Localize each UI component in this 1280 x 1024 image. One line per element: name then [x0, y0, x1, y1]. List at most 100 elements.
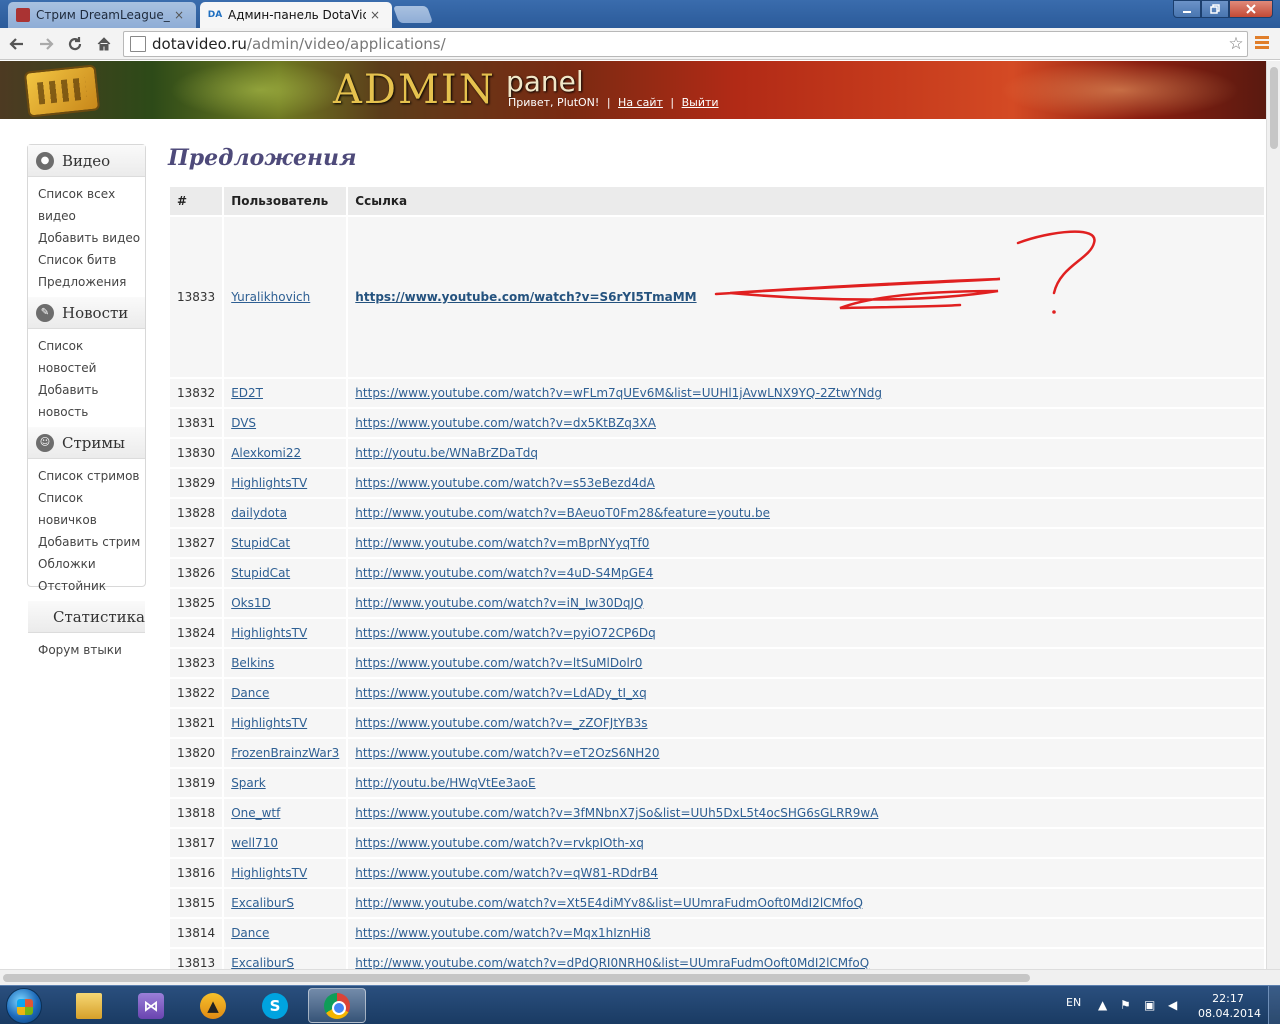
video-link[interactable]: https://www.youtube.com/watch?v=s53eBezd…	[355, 476, 655, 490]
user-link[interactable]: dailydota	[231, 506, 287, 520]
sidebar-item-news-list[interactable]: Список новостей	[38, 335, 145, 379]
site-link[interactable]: На сайт	[618, 96, 663, 109]
new-tab-button[interactable]	[392, 6, 434, 23]
user-link[interactable]: Dance	[231, 926, 269, 940]
taskbar-visual-studio[interactable]: ⋈	[122, 988, 180, 1023]
sidebar-item-suggestions[interactable]: Предложения	[38, 271, 145, 293]
taskbar-skype[interactable]: S	[246, 988, 304, 1023]
table-header-row: # Пользователь Ссылка	[170, 187, 1264, 215]
video-link[interactable]: http://youtu.be/WNaBrZDaTdq	[355, 446, 538, 460]
user-link[interactable]: Belkins	[231, 656, 274, 670]
sidebar-item-forum[interactable]: Форум втыки	[38, 639, 145, 661]
video-link[interactable]: https://www.youtube.com/watch?v=3fMNbnX7…	[355, 806, 878, 820]
home-button[interactable]	[92, 32, 116, 56]
user-link[interactable]: StupidCat	[231, 536, 290, 550]
video-link[interactable]: https://www.youtube.com/watch?v=ltSuMlDo…	[355, 656, 642, 670]
row-id: 13816	[170, 859, 223, 887]
user-link[interactable]: DVS	[231, 416, 256, 430]
sidebar-item-add-video[interactable]: Добавить видео	[38, 227, 145, 249]
user-link[interactable]: HighlightsTV	[231, 626, 307, 640]
tab-dreamleague-stream[interactable]: Стрим DreamLeague_ ×	[8, 2, 196, 28]
start-button[interactable]	[6, 988, 42, 1024]
video-link[interactable]: https://www.youtube.com/watch?v=dx5KtBZq…	[355, 416, 656, 430]
taskbar-aimp[interactable]: ▲	[184, 988, 242, 1023]
user-link[interactable]: StupidCat	[231, 566, 290, 580]
network-icon[interactable]: ▣	[1144, 998, 1155, 1012]
video-link[interactable]: https://www.youtube.com/watch?v=_zZOFJtY…	[355, 716, 647, 730]
column-header-id: #	[170, 187, 223, 215]
row-link-cell: https://www.youtube.com/watch?v=qW81-RDd…	[348, 859, 1264, 887]
show-desktop-button[interactable]	[1268, 986, 1280, 1024]
row-user-cell: StupidCat	[224, 529, 347, 557]
scroll-thumb[interactable]	[3, 974, 1030, 982]
sidebar-item-battles[interactable]: Список битв	[38, 249, 145, 271]
video-link[interactable]: https://www.youtube.com/watch?v=wFLm7qUE…	[355, 386, 882, 400]
user-link[interactable]: ExcaliburS	[231, 896, 294, 910]
user-link[interactable]: Yuralikhovich	[231, 290, 310, 304]
user-link[interactable]: Spark	[231, 776, 265, 790]
chrome-menu-button[interactable]	[1252, 34, 1272, 54]
arrow-right-icon	[40, 38, 54, 50]
system-clock[interactable]: 22:17 08.04.2014	[1198, 991, 1261, 1021]
video-link[interactable]: http://www.youtube.com/watch?v=BAeuoT0Fm…	[355, 506, 770, 520]
tab-close-icon[interactable]: ×	[174, 8, 188, 22]
user-link[interactable]: ED2T	[231, 386, 263, 400]
sidebar-item-all-videos[interactable]: Список всех видео	[38, 183, 145, 227]
video-link[interactable]: http://youtu.be/HWqVtEe3aoE	[355, 776, 535, 790]
scroll-thumb[interactable]	[1270, 67, 1278, 149]
user-link[interactable]: Oks1D	[231, 596, 271, 610]
sidebar-item-add-stream[interactable]: Добавить стрим	[38, 531, 145, 553]
sidebar-item-sump[interactable]: Отстойник	[38, 575, 145, 597]
tab-admin-panel[interactable]: DA Админ-панель DotaVideo ×	[200, 2, 392, 28]
video-link[interactable]: https://www.youtube.com/watch?v=Mqx1hIzn…	[355, 926, 650, 940]
video-link[interactable]: https://www.youtube.com/watch?v=LdADy_tI…	[355, 686, 646, 700]
forward-button[interactable]	[34, 32, 58, 56]
video-link[interactable]: https://www.youtube.com/watch?v=qW81-RDd…	[355, 866, 658, 880]
video-link[interactable]: http://www.youtube.com/watch?v=dPdQRI0NR…	[355, 956, 869, 969]
row-user-cell: Yuralikhovich	[224, 217, 347, 377]
video-link[interactable]: https://www.youtube.com/watch?v=pyiO72CP…	[355, 626, 656, 640]
video-link[interactable]: https://www.youtube.com/watch?v=rvkpIOth…	[355, 836, 644, 850]
user-link[interactable]: HighlightsTV	[231, 866, 307, 880]
tab-close-icon[interactable]: ×	[370, 8, 384, 22]
taskbar-explorer[interactable]	[60, 988, 118, 1023]
video-link[interactable]: http://www.youtube.com/watch?v=4uD-S4MpG…	[355, 566, 653, 580]
language-indicator[interactable]: EN	[1066, 996, 1081, 1009]
user-link[interactable]: HighlightsTV	[231, 716, 307, 730]
window-restore-button[interactable]	[1201, 0, 1229, 18]
logout-link[interactable]: Выйти	[682, 96, 719, 109]
url-text[interactable]: dotavideo.ru/admin/video/applications/	[152, 35, 1225, 53]
user-link[interactable]: ExcaliburS	[231, 956, 294, 969]
sidebar-item-covers[interactable]: Обложки	[38, 553, 145, 575]
taskbar-chrome[interactable]	[308, 988, 366, 1023]
video-link[interactable]: https://www.youtube.com/watch?v=S6rYI5Tm…	[355, 290, 696, 304]
horizontal-scrollbar[interactable]	[0, 969, 1280, 985]
back-button[interactable]	[5, 32, 29, 56]
action-center-flag-icon[interactable]: ⚑	[1120, 998, 1131, 1012]
user-link[interactable]: Dance	[231, 686, 269, 700]
address-bar[interactable]: dotavideo.ru/admin/video/applications/ ☆	[123, 31, 1248, 57]
reload-button[interactable]	[63, 32, 87, 56]
user-link[interactable]: One_wtf	[231, 806, 280, 820]
tray-expand-icon[interactable]: ▲	[1098, 998, 1107, 1012]
table-row: 13817 well710 https://www.youtube.com/watc…	[170, 829, 1264, 857]
row-user-cell: FrozenBrainzWar3	[224, 739, 347, 767]
table-row: 13826 StupidCat http://www.youtube.com/wat…	[170, 559, 1264, 587]
bookmark-star-icon[interactable]: ☆	[1225, 34, 1247, 54]
window-close-button[interactable]	[1229, 0, 1273, 18]
vertical-scrollbar[interactable]	[1266, 61, 1280, 969]
user-link[interactable]: Alexkomi22	[231, 446, 301, 460]
video-link[interactable]: http://www.youtube.com/watch?v=mBprNYyqT…	[355, 536, 649, 550]
sidebar-item-add-news[interactable]: Добавить новость	[38, 379, 145, 423]
volume-icon[interactable]: ◀	[1168, 998, 1177, 1012]
user-link[interactable]: FrozenBrainzWar3	[231, 746, 339, 760]
video-link[interactable]: http://www.youtube.com/watch?v=Xt5E4diMY…	[355, 896, 863, 910]
user-link[interactable]: HighlightsTV	[231, 476, 307, 490]
window-minimize-button[interactable]	[1173, 0, 1201, 18]
video-link[interactable]: https://www.youtube.com/watch?v=eT2OzS6N…	[355, 746, 659, 760]
video-link[interactable]: http://www.youtube.com/watch?v=iN_Iw30Dq…	[355, 596, 643, 610]
sidebar-item-newbies[interactable]: Список новичков	[38, 487, 145, 531]
windows-taskbar: ⋈ ▲ S EN ▲ ⚑ ▣ ◀ 22:17 08.04.2014	[0, 985, 1280, 1024]
sidebar-item-streams-list[interactable]: Список стримов	[38, 465, 145, 487]
user-link[interactable]: well710	[231, 836, 278, 850]
